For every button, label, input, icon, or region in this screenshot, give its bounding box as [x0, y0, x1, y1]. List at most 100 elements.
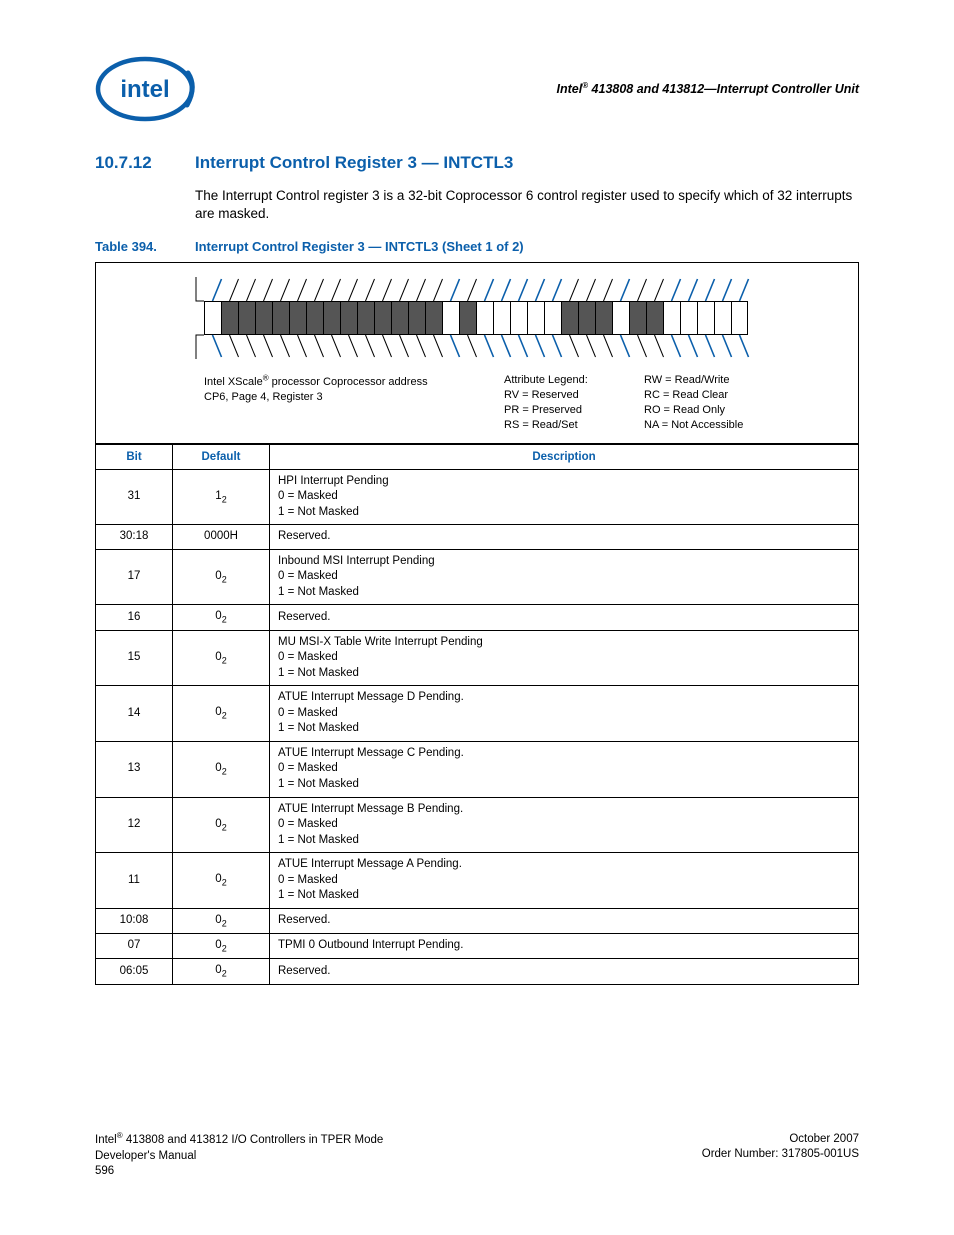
cell-default: 02: [173, 853, 270, 909]
bit-cell-14: [493, 301, 510, 335]
bit-cell-22: [357, 301, 374, 335]
cell-bit: 10:08: [96, 908, 173, 933]
table-header-row: Bit Default Description: [96, 444, 859, 469]
bit-cell-11: [544, 301, 561, 335]
section-title: Interrupt Control Register 3 — INTCTL3: [195, 153, 859, 173]
cell-default: 0000H: [173, 525, 270, 550]
bit-cell-13: [510, 301, 527, 335]
cell-bit: 16: [96, 605, 173, 630]
bit-cell-28: [255, 301, 272, 335]
coproc-address: Intel XScale® processor Coprocessor addr…: [204, 373, 504, 432]
bit-diagram-top-ticks: [204, 277, 840, 301]
bit-cell-12: [527, 301, 544, 335]
cell-bit: 17: [96, 549, 173, 605]
bit-cell-16: [459, 301, 476, 335]
attribute-legend-col1: Attribute Legend: RV = Reserved PR = Pre…: [504, 373, 644, 432]
bit-cell-25: [306, 301, 323, 335]
bit-cell-23: [340, 301, 357, 335]
page-footer: Intel® 413808 and 413812 I/O Controllers…: [95, 1132, 859, 1180]
bit-cell-24: [323, 301, 340, 335]
col-bit: Bit: [96, 444, 173, 469]
intel-logo: intel: [95, 55, 195, 123]
bit-cell-21: [374, 301, 391, 335]
bit-cell-0: [731, 301, 748, 335]
bit-cell-3: [680, 301, 697, 335]
bit-cell-6: [629, 301, 646, 335]
cell-default: 02: [173, 741, 270, 797]
cell-description: TPMI 0 Outbound Interrupt Pending.: [270, 934, 859, 959]
legend-rv: RV = Reserved: [504, 389, 579, 401]
bit-cell-7: [612, 301, 629, 335]
legend-title: Attribute Legend:: [504, 374, 588, 386]
cell-description: ATUE Interrupt Message C Pending.0 = Mas…: [270, 741, 859, 797]
cell-default: 02: [173, 934, 270, 959]
cell-description: ATUE Interrupt Message D Pending.0 = Mas…: [270, 686, 859, 742]
cell-bit: 13: [96, 741, 173, 797]
cell-description: Reserved.: [270, 908, 859, 933]
cell-description: Reserved.: [270, 959, 859, 984]
bit-cell-8: [595, 301, 612, 335]
table-row: 06:0502Reserved.: [96, 959, 859, 984]
bit-cell-19: [408, 301, 425, 335]
cell-bit: 06:05: [96, 959, 173, 984]
bit-cell-29: [238, 301, 255, 335]
table-row: 3112HPI Interrupt Pending0 = Masked1 = N…: [96, 469, 859, 525]
attribute-legend-col2: RW = Read/Write RC = Read Clear RO = Rea…: [644, 373, 840, 432]
bit-cell-20: [391, 301, 408, 335]
cell-description: MU MSI-X Table Write Interrupt Pending0 …: [270, 630, 859, 686]
table-row: 1402ATUE Interrupt Message D Pending.0 =…: [96, 686, 859, 742]
coproc-line1: Intel XScale® processor Coprocessor addr…: [204, 376, 428, 388]
bit-cell-17: [442, 301, 459, 335]
running-header: Intel® 413808 and 413812—Interrupt Contr…: [556, 81, 859, 96]
cell-default: 02: [173, 959, 270, 984]
footer-page-number: 596: [95, 1165, 114, 1177]
cell-bit: 12: [96, 797, 173, 853]
footer-date: October 2007: [789, 1133, 859, 1145]
table-row: 0702TPMI 0 Outbound Interrupt Pending.: [96, 934, 859, 959]
cell-description: HPI Interrupt Pending0 = Masked1 = Not M…: [270, 469, 859, 525]
bit-cell-30: [221, 301, 238, 335]
page: intel Intel® 413808 and 413812—Interrupt…: [0, 0, 954, 1235]
table-row: 1302ATUE Interrupt Message C Pending.0 =…: [96, 741, 859, 797]
footer-left: Intel® 413808 and 413812 I/O Controllers…: [95, 1132, 383, 1180]
legend-rc: RC = Read Clear: [644, 389, 728, 401]
table-row: 1102ATUE Interrupt Message A Pending.0 =…: [96, 853, 859, 909]
table-caption-label: Table 394.: [95, 239, 195, 254]
table-row: 1702Inbound MSI Interrupt Pending0 = Mas…: [96, 549, 859, 605]
bit-cell-26: [289, 301, 306, 335]
table-row: 1502MU MSI-X Table Write Interrupt Pendi…: [96, 630, 859, 686]
coproc-line2: CP6, Page 4, Register 3: [204, 391, 323, 403]
cell-default: 12: [173, 469, 270, 525]
bit-cell-2: [697, 301, 714, 335]
cell-description: Inbound MSI Interrupt Pending0 = Masked1…: [270, 549, 859, 605]
table-caption: Table 394. Interrupt Control Register 3 …: [95, 239, 859, 254]
legend-ro: RO = Read Only: [644, 404, 725, 416]
legend-pr: PR = Preserved: [504, 404, 582, 416]
cell-description: Reserved.: [270, 525, 859, 550]
svg-text:intel: intel: [120, 76, 169, 103]
bit-diagram-info: Intel XScale® processor Coprocessor addr…: [204, 373, 840, 432]
bit-cell-15: [476, 301, 493, 335]
table-caption-title: Interrupt Control Register 3 — INTCTL3 (…: [195, 239, 859, 254]
cell-description: Reserved.: [270, 605, 859, 630]
table-row: 1202ATUE Interrupt Message B Pending.0 =…: [96, 797, 859, 853]
bit-cell-27: [272, 301, 289, 335]
table-row: 1602Reserved.: [96, 605, 859, 630]
page-header: intel Intel® 413808 and 413812—Interrupt…: [95, 55, 859, 123]
cell-default: 02: [173, 686, 270, 742]
table-row: 30:180000HReserved.: [96, 525, 859, 550]
table-row: 10:0802Reserved.: [96, 908, 859, 933]
cell-description: ATUE Interrupt Message A Pending.0 = Mas…: [270, 853, 859, 909]
col-description: Description: [270, 444, 859, 469]
footer-order-number: Order Number: 317805-001US: [702, 1148, 859, 1160]
bit-cell-5: [646, 301, 663, 335]
footer-right: October 2007 Order Number: 317805-001US: [702, 1132, 859, 1180]
bit-cell-9: [578, 301, 595, 335]
cell-default: 02: [173, 630, 270, 686]
bit-cell-18: [425, 301, 442, 335]
col-default: Default: [173, 444, 270, 469]
cell-bit: 07: [96, 934, 173, 959]
cell-default: 02: [173, 549, 270, 605]
bit-diagram-strip: [204, 301, 840, 335]
cell-bit: 30:18: [96, 525, 173, 550]
